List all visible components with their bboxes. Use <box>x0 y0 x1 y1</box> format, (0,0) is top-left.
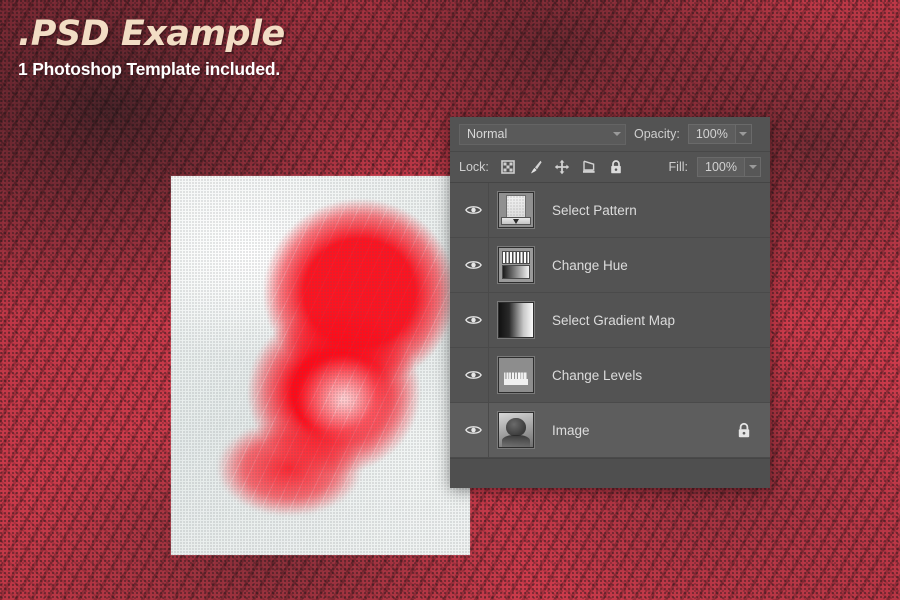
pattern-fill-thumbnail <box>498 192 534 228</box>
hue-gradient-band <box>502 265 530 279</box>
layer-thumbnail[interactable] <box>488 412 544 448</box>
layer-row[interactable]: Change Levels <box>450 348 770 403</box>
artwork-grain <box>171 176 470 555</box>
layer-name[interactable]: Select Gradient Map <box>544 313 675 328</box>
artwork-preview <box>171 176 470 555</box>
promo-headline: .PSD Example <box>18 16 285 53</box>
lock-image-pixels-icon[interactable] <box>527 159 543 175</box>
padlock-icon <box>736 422 752 439</box>
lock-label: Lock: <box>459 160 489 174</box>
layer-thumbnail[interactable] <box>488 192 544 228</box>
layer-visibility-toggle[interactable] <box>458 369 488 381</box>
fill-stepper-button[interactable] <box>744 157 761 177</box>
opacity-control: 100% <box>688 124 752 144</box>
layers-panel: Normal Opacity: 100% Lock: <box>450 117 770 487</box>
blend-mode-value: Normal <box>467 127 507 141</box>
layers-panel-footer <box>450 458 770 488</box>
histogram-bars <box>504 370 528 385</box>
promo-heading-block: .PSD Example 1 Photoshop Template includ… <box>18 16 285 80</box>
thumb-column-divider <box>488 238 489 292</box>
thumb-column-divider <box>488 183 489 237</box>
gradient-map-thumbnail <box>498 302 534 338</box>
pattern-scale-slider <box>501 217 531 225</box>
layer-name[interactable]: Change Hue <box>544 258 628 273</box>
layer-name[interactable]: Image <box>544 423 590 438</box>
thumb-column-divider <box>488 293 489 347</box>
layer-row[interactable]: Change Hue <box>450 238 770 293</box>
layer-row[interactable]: Select Gradient Map <box>450 293 770 348</box>
promo-canvas: .PSD Example 1 Photoshop Template includ… <box>0 0 900 600</box>
opacity-label: Opacity: <box>634 127 680 141</box>
layer-visibility-toggle[interactable] <box>458 259 488 271</box>
fill-label: Fill: <box>669 160 688 174</box>
layer-row[interactable]: Select Pattern <box>450 183 770 238</box>
layer-row[interactable]: Image <box>450 403 770 458</box>
levels-histogram-thumbnail <box>498 357 534 393</box>
eye-icon <box>465 424 482 436</box>
chevron-down-icon <box>749 165 757 169</box>
opacity-input[interactable]: 100% <box>688 124 735 144</box>
layer-thumbnail[interactable] <box>488 357 544 393</box>
photo-thumbnail <box>498 412 534 448</box>
prevent-artboard-nesting-icon[interactable] <box>581 159 597 175</box>
layer-lock-indicator <box>736 422 752 439</box>
lock-position-icon[interactable] <box>554 159 570 175</box>
lock-button-group <box>500 159 624 175</box>
eye-icon <box>465 259 482 271</box>
layer-list: Select Pattern Change Hue <box>450 183 770 458</box>
lock-row: Lock: <box>450 152 770 183</box>
chevron-down-icon <box>613 132 621 136</box>
eye-icon <box>465 204 482 216</box>
hue-bars <box>502 251 530 264</box>
layer-visibility-toggle[interactable] <box>458 204 488 216</box>
thumb-column-divider <box>488 403 489 457</box>
layer-thumbnail[interactable] <box>488 247 544 283</box>
eye-icon <box>465 314 482 326</box>
lock-all-icon[interactable] <box>608 159 624 175</box>
thumb-column-divider <box>488 348 489 402</box>
opacity-stepper-button[interactable] <box>735 124 752 144</box>
fill-input[interactable]: 100% <box>697 157 744 177</box>
layer-thumbnail[interactable] <box>488 302 544 338</box>
lock-transparent-pixels-icon[interactable] <box>500 159 516 175</box>
layer-visibility-toggle[interactable] <box>458 424 488 436</box>
eye-icon <box>465 369 482 381</box>
chevron-down-icon <box>739 132 747 136</box>
layer-visibility-toggle[interactable] <box>458 314 488 326</box>
hue-saturation-thumbnail <box>498 247 534 283</box>
fill-control: 100% <box>697 157 761 177</box>
promo-subheadline: 1 Photoshop Template included. <box>18 59 285 80</box>
blend-mode-select[interactable]: Normal <box>459 124 626 145</box>
layer-name[interactable]: Select Pattern <box>544 203 637 218</box>
layer-name[interactable]: Change Levels <box>544 368 642 383</box>
blend-mode-row: Normal Opacity: 100% <box>450 117 770 152</box>
pattern-swatch <box>506 195 526 218</box>
